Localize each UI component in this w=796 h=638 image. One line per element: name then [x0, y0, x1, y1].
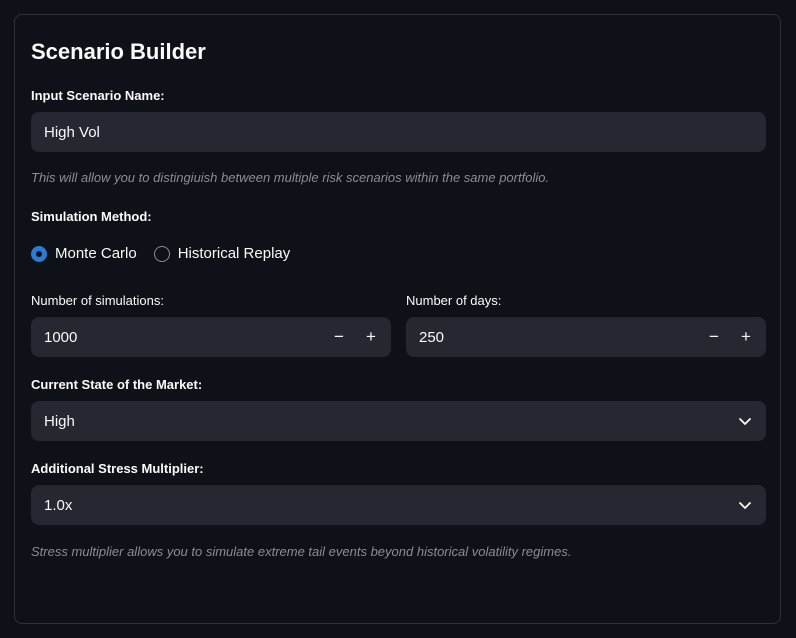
scenario-name-value: High Vol	[44, 123, 100, 141]
stress-multiplier-label: Additional Stress Multiplier:	[31, 461, 204, 476]
page-title: Scenario Builder	[31, 39, 206, 64]
radio-selected-icon	[31, 245, 47, 262]
stress-multiplier-select[interactable]: 1.0x	[31, 485, 766, 525]
radio-label-monte-carlo: Monte Carlo	[55, 245, 137, 262]
num-days-value: 250	[419, 328, 445, 346]
market-state-value: High	[44, 412, 75, 430]
stress-multiplier-help: Stress multiplier allows you to simulate…	[31, 544, 572, 559]
scenario-name-label: Input Scenario Name:	[31, 88, 165, 103]
radio-option-monte-carlo[interactable]: Monte Carlo	[31, 245, 137, 262]
num-simulations-increment-button[interactable]: +	[355, 317, 387, 357]
radio-unselected-icon	[153, 245, 170, 262]
scenario-name-input[interactable]: High Vol	[31, 112, 766, 152]
scenario-builder-card: Scenario Builder Input Scenario Name: Hi…	[14, 14, 781, 624]
scenario-name-help: This will allow you to distingiuish betw…	[31, 170, 550, 185]
chevron-down-icon	[739, 418, 751, 425]
simulation-method-radio-group: Monte Carlo Historical Replay	[31, 245, 307, 262]
num-days-input[interactable]: 250 − +	[406, 317, 766, 357]
num-simulations-input[interactable]: 1000 − +	[31, 317, 391, 357]
simulation-method-label: Simulation Method:	[31, 209, 152, 224]
num-simulations-decrement-button[interactable]: −	[323, 317, 355, 357]
market-state-select[interactable]: High	[31, 401, 766, 441]
num-days-increment-button[interactable]: +	[730, 317, 762, 357]
num-days-decrement-button[interactable]: −	[698, 317, 730, 357]
num-days-label: Number of days:	[406, 293, 502, 308]
radio-option-historical-replay[interactable]: Historical Replay	[153, 245, 291, 262]
num-simulations-label: Number of simulations:	[31, 293, 164, 308]
chevron-down-icon	[739, 502, 751, 509]
radio-label-historical-replay: Historical Replay	[177, 245, 291, 262]
stress-multiplier-value: 1.0x	[44, 496, 73, 514]
num-simulations-value: 1000	[44, 328, 78, 346]
market-state-label: Current State of the Market:	[31, 377, 203, 392]
